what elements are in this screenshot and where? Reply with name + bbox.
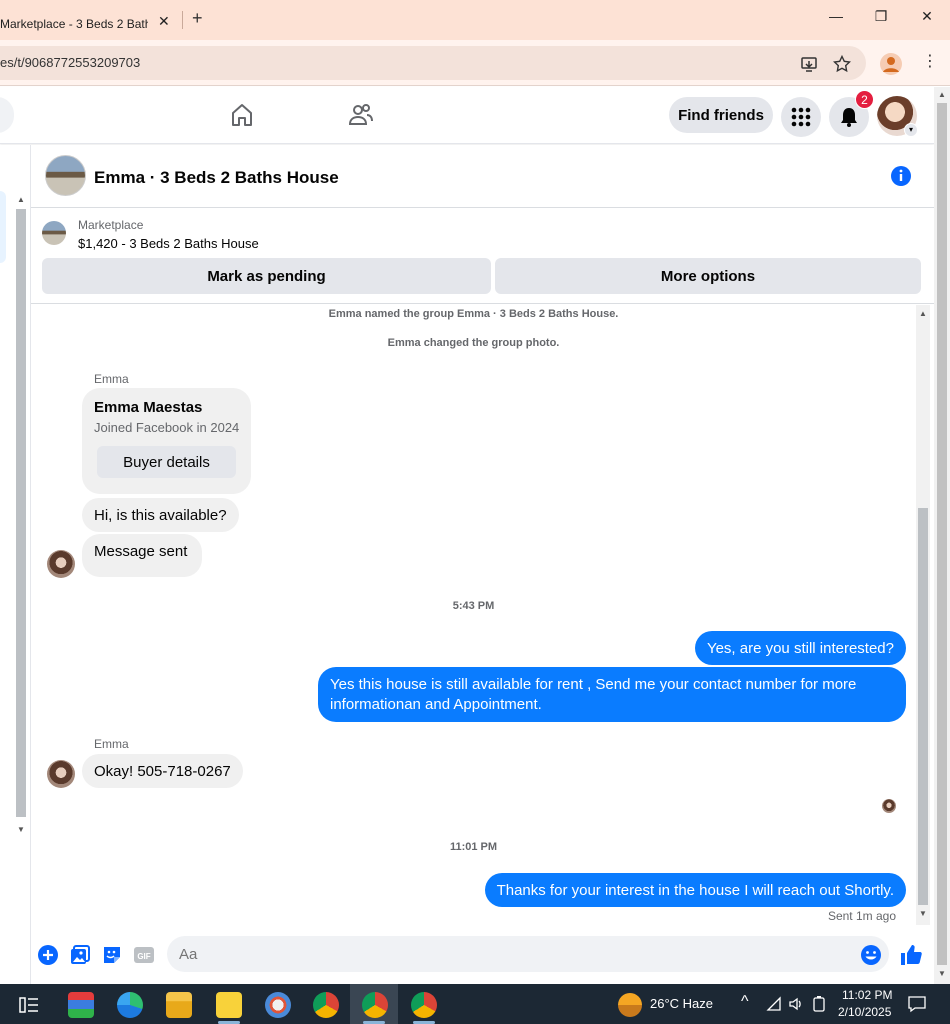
incoming-message[interactable]: Okay! 505-718-0267 [82,754,243,788]
friends-icon[interactable] [348,102,374,128]
grid-icon [791,107,811,127]
install-app-icon[interactable] [800,55,818,73]
svg-text:GIF: GIF [137,952,150,961]
message-input[interactable] [167,936,889,972]
menu-grid-button[interactable] [781,97,821,137]
bell-icon [841,108,857,127]
incoming-message[interactable]: Hi, is this available? [82,498,239,532]
minimize-icon[interactable]: — [826,8,846,24]
paint-app-icon[interactable] [265,992,291,1018]
emoji-icon[interactable] [860,944,882,966]
windows-taskbar: 26°C Haze ^ 11:02 PM 2/10/2025 [0,984,950,1024]
left-pane-scrollbar[interactable]: ▲ ▼ [14,195,28,837]
scroll-up-icon[interactable]: ▲ [938,90,946,99]
tab-separator [182,11,183,29]
restore-icon[interactable]: ❐ [871,8,891,25]
left-scroll-thumb[interactable] [16,209,26,817]
incoming-message[interactable]: Message sent [82,534,202,577]
scroll-down-icon[interactable]: ▼ [17,825,25,834]
chrome-active-icon[interactable] [362,992,388,1018]
scroll-up-icon[interactable]: ▲ [17,195,25,204]
buyer-name: Emma Maestas [94,399,203,416]
marketplace-listing-banner: Marketplace $1,420 - 3 Beds 2 Baths Hous… [31,209,934,304]
home-icon[interactable] [229,102,255,128]
chevron-down-icon[interactable]: ▾ [904,123,918,137]
buyer-joined-text: Joined Facebook in 2024 [94,420,240,435]
browser-tab-bar: Marketplace - 3 Beds 2 Bath ✕ + — ❐ ✕ [0,0,950,40]
tab-title: Marketplace - 3 Beds 2 Bath [0,17,148,31]
like-thumb-icon[interactable] [899,943,923,967]
chat-header: Emma · 3 Beds 2 Baths House [31,145,934,208]
chat-title[interactable]: Emma · 3 Beds 2 Baths House [94,168,339,188]
outgoing-message[interactable]: Yes this house is still available for re… [318,667,906,722]
gif-icon[interactable]: GIF [133,944,155,966]
message-composer: GIF [31,926,934,984]
mark-as-pending-button[interactable]: Mark as pending [42,258,491,294]
browser-profile-icon[interactable] [880,53,902,75]
system-message: Emma named the group Emma · 3 Beds 2 Bat… [328,308,619,320]
weather-text[interactable]: 26°C Haze [650,996,713,1011]
emma-avatar[interactable] [47,550,75,578]
more-options-button[interactable]: More options [495,258,921,294]
volume-icon[interactable] [788,996,804,1012]
clock-time[interactable]: 11:02 PM [842,988,892,1002]
timestamp: 5:43 PM [452,600,495,612]
buyer-profile-card: Emma Maestas Joined Facebook in 2024 Buy… [82,388,251,494]
notification-badge: 2 [855,90,874,109]
emma-avatar[interactable] [47,760,75,788]
active-conversation-highlight[interactable] [0,191,6,263]
listing-title[interactable]: $1,420 - 3 Beds 2 Baths House [78,236,259,251]
edge-browser-icon[interactable] [117,992,143,1018]
chrome-profile-icon[interactable] [313,992,339,1018]
browser-tab[interactable]: Marketplace - 3 Beds 2 Bath ✕ [0,6,182,40]
plus-circle-icon[interactable] [37,944,59,966]
battery-icon[interactable] [812,995,826,1013]
app-icon[interactable] [68,992,94,1018]
browser-menu-icon[interactable]: ⋮ [922,51,938,71]
chevron-up-icon[interactable]: ^ [741,993,749,1011]
weather-icon[interactable] [618,993,642,1017]
file-explorer-icon[interactable] [166,992,192,1018]
new-tab-icon[interactable]: + [192,8,203,29]
message-thread: Emma named the group Emma · 3 Beds 2 Bat… [31,305,916,925]
read-receipt-avatar [882,799,896,813]
photo-icon[interactable] [69,944,91,966]
facebook-top-nav: Find friends 2 ▾ [0,87,934,144]
thread-scrollbar[interactable]: ▲ ▼ [916,305,930,925]
info-icon[interactable] [890,165,912,187]
group-avatar[interactable] [45,155,86,196]
address-bar-row: es/t/9068772553209703 [0,40,950,86]
clock-date[interactable]: 2/10/2025 [838,1005,891,1019]
bookmark-star-icon[interactable] [833,55,851,73]
omnibox[interactable]: es/t/9068772553209703 [0,46,866,80]
search-box[interactable] [0,97,14,133]
buyer-details-button[interactable]: Buyer details [97,446,236,478]
wifi-icon[interactable] [766,996,782,1012]
sticky-notes-icon[interactable] [216,992,242,1018]
sticker-icon[interactable] [101,944,123,966]
notification-center-icon[interactable] [907,995,927,1013]
scroll-down-icon[interactable]: ▼ [919,909,927,918]
task-view-icon[interactable] [18,994,40,1016]
find-friends-button[interactable]: Find friends [669,97,773,133]
timestamp: 11:01 PM [449,841,498,853]
outgoing-message[interactable]: Thanks for your interest in the house I … [484,873,906,907]
marketplace-label: Marketplace [78,218,144,232]
sender-name: Emma [94,372,129,386]
scroll-up-icon[interactable]: ▲ [919,309,927,318]
sender-name: Emma [94,737,129,751]
outgoing-message[interactable]: Yes, are you still interested? [694,631,906,665]
chrome-profile-icon[interactable] [411,992,437,1018]
thread-scroll-thumb[interactable] [918,508,928,905]
page-scroll-thumb[interactable] [937,103,947,965]
tab-close-icon[interactable]: ✕ [158,13,170,30]
scroll-down-icon[interactable]: ▼ [938,969,946,978]
system-message: Emma changed the group photo. [387,337,560,349]
listing-thumbnail[interactable] [42,221,66,245]
url-text[interactable]: es/t/9068772553209703 [0,55,140,70]
window-close-icon[interactable]: ✕ [917,8,937,25]
page-scrollbar[interactable]: ▲ ▼ [934,87,950,984]
sent-status: Sent 1m ago [827,909,896,923]
